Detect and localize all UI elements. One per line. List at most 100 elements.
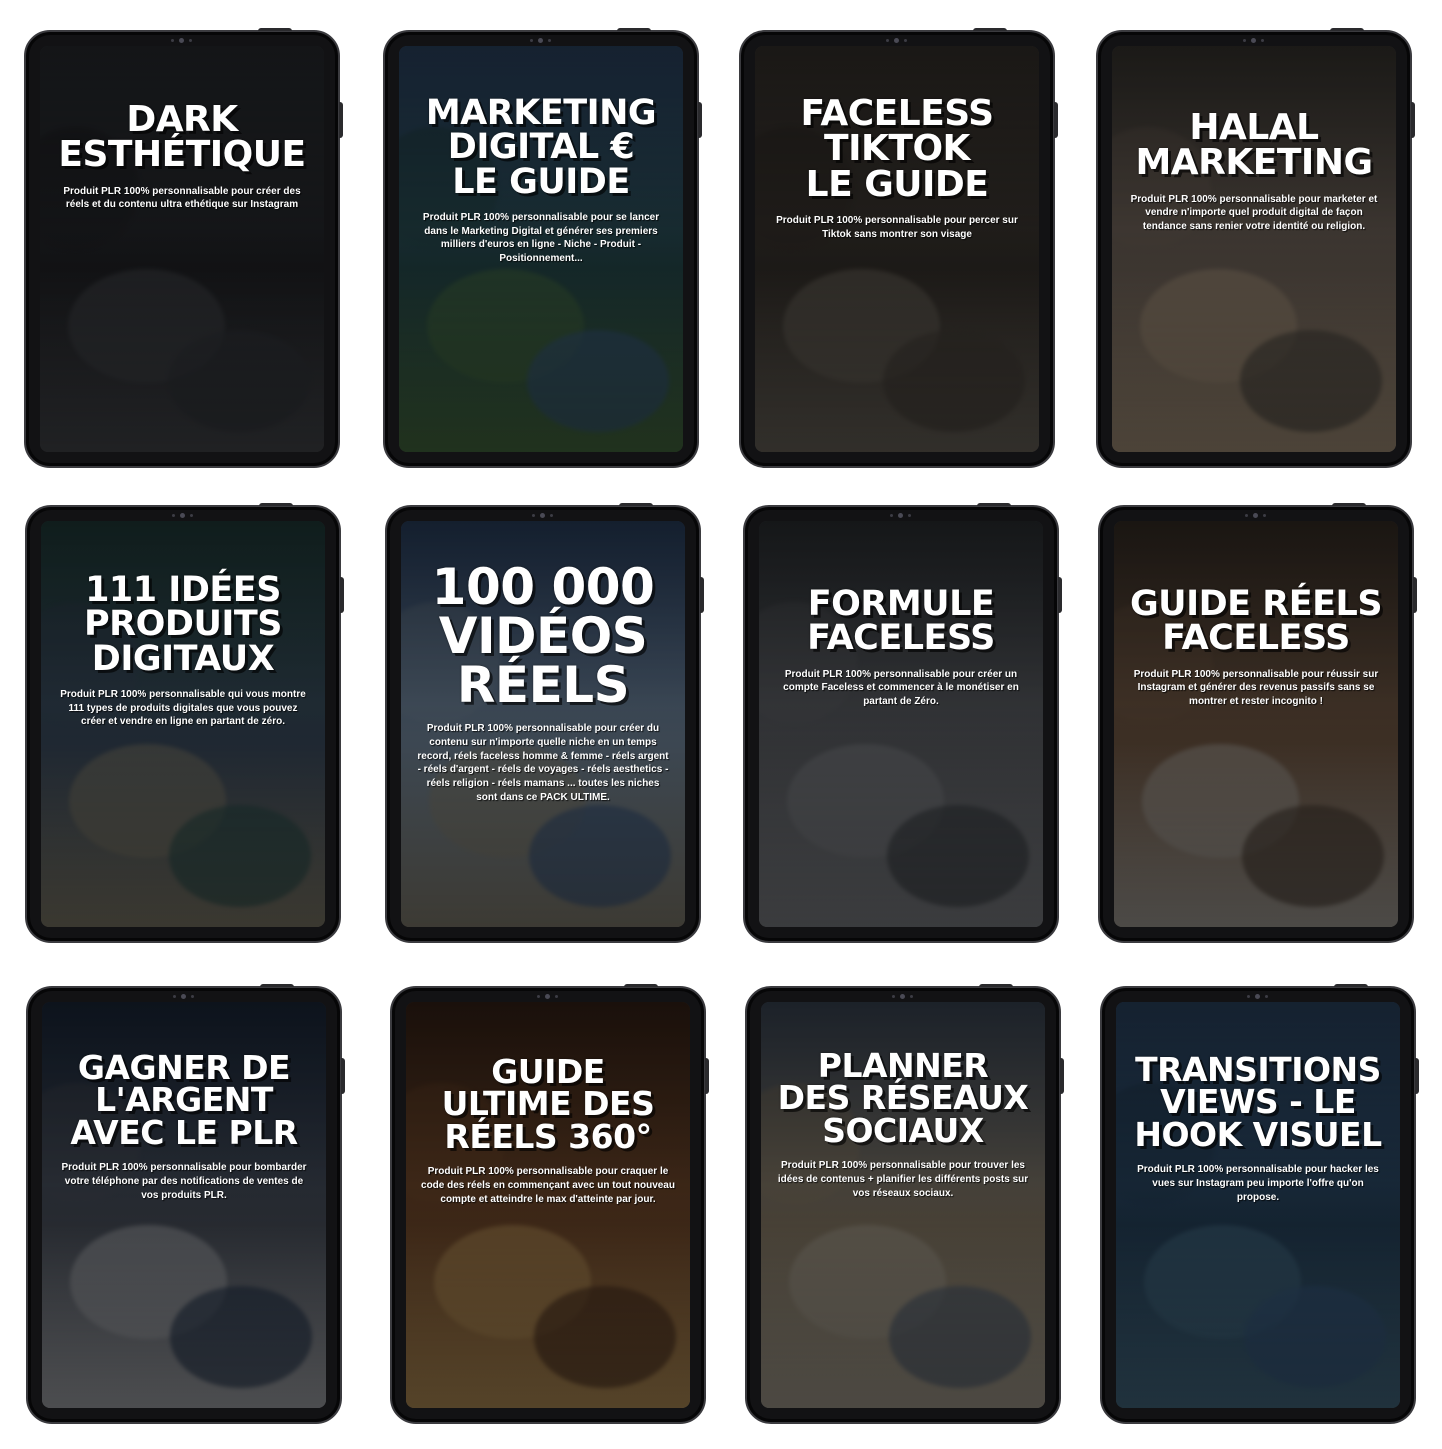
product-description: Produit PLR 100% personnalisable qui vou… [60,688,306,728]
product-title: GAGNER DE L'ARGENT AVEC LE PLR [42,1051,326,1152]
camera-icon [1245,513,1267,518]
camera-icon [892,994,914,999]
camera-icon [886,38,908,43]
camera-icon [171,38,193,43]
camera-icon [173,994,195,999]
tablet-top-button [260,984,294,987]
tablet-top-button [1332,503,1366,506]
tablet-side-button [700,577,704,613]
product-description: Produit PLR 100% personnalisable pour cr… [421,1165,675,1205]
product-title-line: HALAL [1189,107,1319,148]
product-description: Produit PLR 100% personnalisable pour ma… [1130,193,1378,233]
product-title-line: LE GUIDE [452,161,630,202]
product-title-line: 111 IDÉES [85,570,281,610]
product-title: FACELESS TIKTOK LE GUIDE [755,93,1039,205]
tablet-mockup: TRANSITIONS VIEWS - LE HOOK VISUEL Produit … [1100,984,1419,1424]
tablet-side-button [705,1058,709,1094]
product-title: TRANSITIONS VIEWS - LE HOOK VISUEL [1116,1053,1400,1154]
product-title-line: LE GUIDE [805,163,989,205]
product-title-line: FACELESS [800,93,994,134]
tablet-mockup: HALAL MARKETING Produit PLR 100% personnal… [1096,28,1415,468]
cover-text: GUIDE RÉELS FACELESS Produit PLR 100% pers… [1114,584,1398,709]
product-title-line: MARKETING [1135,142,1373,184]
tablet-mockup: 100 000 VIDÉOS RÉELS Produit PLR 100% perso… [385,503,704,943]
product-title: DARK ESTHÉTIQUE [40,99,324,173]
tablet-top-button [259,503,293,506]
product-cover-screen: HALAL MARKETING Produit PLR 100% personnal… [1112,46,1396,452]
product-title-line: DARK [126,99,238,140]
product-description: Produit PLR 100% personnalisable pour cr… [783,668,1019,708]
camera-icon [532,513,554,518]
product-cover-screen: TRANSITIONS VIEWS - LE HOOK VISUEL Produit … [1116,1002,1400,1408]
product-description: Produit PLR 100% personnalisable pour tr… [777,1159,1029,1199]
product-description: Produit PLR 100% personnalisable pour ha… [1137,1163,1379,1203]
camera-icon [172,513,194,518]
product-description: Produit PLR 100% personnalisable pour bo… [61,1161,307,1201]
camera-icon [530,38,552,43]
product-title-line: SOCIAUX [822,1110,984,1150]
product-cover-screen: DARK ESTHÉTIQUE Produit PLR 100% personnal… [40,46,324,452]
tablet-side-button [341,1058,345,1094]
product-title-line: HOOK VISUEL [1134,1114,1382,1154]
product-title-line: DIGITAUX [91,638,275,679]
tablet-mockup: PLANNER DES RÉSEAUX SOCIAUX Produit PLR 100… [745,984,1064,1424]
product-cover-screen: 100 000 VIDÉOS RÉELS Produit PLR 100% perso… [401,521,685,927]
product-title-line: DES RÉSEAUX [777,1078,1029,1118]
tablet-top-button [617,28,651,31]
product-title-line: VIDÉOS [438,607,648,665]
product-title-line: ULTIME DES [441,1084,655,1124]
product-title: 111 IDÉES PRODUITS DIGITAUX [41,570,325,679]
tablet-mockup: DARK ESTHÉTIQUE Produit PLR 100% personnal… [24,28,343,468]
product-description: Produit PLR 100% personnalisable pour se… [422,211,660,265]
product-title-line: MARKETING [425,93,657,133]
cover-text: FACELESS TIKTOK LE GUIDE Produit PLR 100% p… [755,93,1039,241]
cover-dark-overlay [759,521,1043,927]
product-cover-screen: GAGNER DE L'ARGENT AVEC LE PLR Produit PLR … [42,1002,326,1408]
tablet-side-button [1411,102,1415,138]
tablet-side-button [698,102,702,138]
product-title: GUIDE ULTIME DES RÉELS 360° [406,1055,690,1156]
tablet-mockup: FACELESS TIKTOK LE GUIDE Produit PLR 100% p… [739,28,1058,468]
tablet-side-button [1415,1058,1419,1094]
product-description: Produit PLR 100% personnalisable pour cr… [63,185,301,211]
product-title: 100 000 VIDÉOS RÉELS [401,558,685,710]
cover-dark-overlay [1114,521,1398,927]
tablet-side-button [1058,577,1062,613]
camera-icon [537,994,559,999]
camera-icon [1247,994,1269,999]
product-title: GUIDE RÉELS FACELESS [1114,584,1398,656]
product-description: Produit PLR 100% personnalisable pour cr… [417,723,669,803]
product-cover-screen: FORMULE FACELESS Produit PLR 100% personna… [759,521,1043,927]
cover-text: MARKETING DIGITAL € LE GUIDE Produit PLR 10… [399,93,683,266]
product-title: PLANNER DES RÉSEAUX SOCIAUX [761,1049,1045,1150]
tablet-mockup: GUIDE ULTIME DES RÉELS 360° Produit PLR 100… [390,984,709,1424]
cover-text: GAGNER DE L'ARGENT AVEC LE PLR Produit PLR … [42,1051,326,1202]
product-title-line: 100 000 [431,558,655,616]
tablet-top-button [979,984,1013,987]
tablet-top-button [619,503,653,506]
tablet-mockup: FORMULE FACELESS Produit PLR 100% personna… [743,503,1062,943]
tablet-side-button [340,577,344,613]
product-title-line: AVEC LE PLR [70,1112,298,1152]
tablet-mockup: GUIDE RÉELS FACELESS Produit PLR 100% pers… [1098,503,1417,943]
tablet-mockup: GAGNER DE L'ARGENT AVEC LE PLR Produit PLR … [26,984,345,1424]
cover-text: DARK ESTHÉTIQUE Produit PLR 100% personnal… [40,99,324,212]
product-cover-screen: GUIDE ULTIME DES RÉELS 360° Produit PLR 100… [406,1002,690,1408]
tablet-top-button [973,28,1007,31]
product-title-line: GUIDE RÉELS [1129,584,1383,624]
tablet-side-button [339,102,343,138]
product-description: Produit PLR 100% personnalisable pour ré… [1133,668,1379,708]
tablet-top-button [977,503,1011,506]
product-title-line: FACELESS [807,618,995,659]
product-cover-screen: 111 IDÉES PRODUITS DIGITAUX Produit PLR 100… [41,521,325,927]
cover-text: 111 IDÉES PRODUITS DIGITAUX Produit PLR 100… [41,570,325,729]
tablet-top-button [258,28,292,31]
product-title: HALAL MARKETING [1112,107,1396,184]
product-cover-screen: MARKETING DIGITAL € LE GUIDE Produit PLR 10… [399,46,683,452]
product-title-line: VIEWS - LE [1160,1082,1356,1122]
product-title-line: RÉELS 360° [444,1116,652,1156]
cover-text: HALAL MARKETING Produit PLR 100% personnal… [1112,107,1396,234]
tablet-mockup: 111 IDÉES PRODUITS DIGITAUX Produit PLR 100… [25,503,344,943]
product-cover-screen: PLANNER DES RÉSEAUX SOCIAUX Produit PLR 100… [761,1002,1045,1408]
camera-icon [890,513,912,518]
